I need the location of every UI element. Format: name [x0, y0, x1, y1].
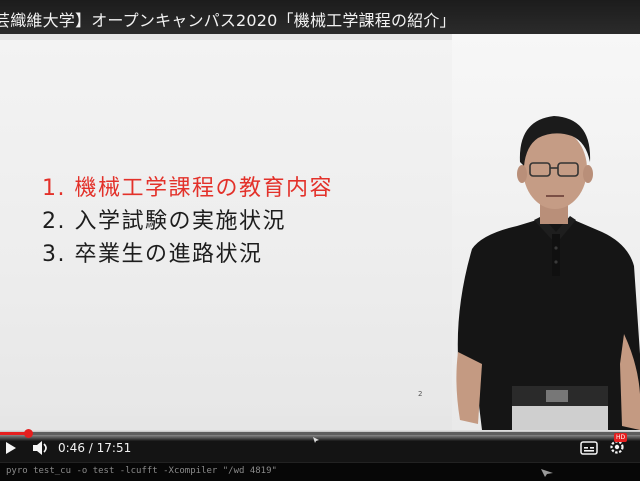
video-frame[interactable]: 芸織維大学】オープンキャンパス2020「機械工学課程の紹介」 1. 機械工学課程… — [0, 0, 640, 462]
presenter-video-area — [452, 34, 640, 430]
terminal-command-text: pyro test_cu -o test -lcufft -Xcompiler … — [6, 466, 277, 476]
time-total: 17:51 — [96, 441, 132, 455]
terminal-strip: pyro test_cu -o test -lcufft -Xcompiler … — [0, 462, 640, 481]
hd-badge: HD — [614, 433, 628, 442]
presentation-slide: 1. 機械工学課程の教育内容 2. 入学試験の実施状況 3. 卒業生の進路状況 … — [0, 40, 452, 416]
progress-scrubber-handle[interactable] — [23, 429, 33, 438]
agenda-item-careers: 3. 卒業生の進路状況 — [42, 242, 263, 267]
progress-bar[interactable] — [0, 429, 640, 438]
pointer-icon — [313, 437, 319, 443]
time-display: 0:46 / 17:51 — [58, 441, 131, 455]
presenter-figure — [456, 116, 640, 430]
agenda-item-admissions: 2. 入学試験の実施状況 — [42, 209, 286, 234]
cc-icon[interactable] — [580, 441, 598, 455]
time-separator: / — [84, 441, 97, 455]
video-title-bar: 芸織維大学】オープンキャンパス2020「機械工学課程の紹介」 — [0, 0, 640, 34]
agenda-item-education: 1. 機械工学課程の教育内容 — [42, 176, 333, 201]
time-current: 0:46 — [58, 441, 85, 455]
video-title: 芸織維大学】オープンキャンパス2020「機械工学課程の紹介」 — [0, 11, 456, 30]
slide-page-number: 2 — [418, 390, 423, 398]
mouse-cursor-icon — [541, 469, 553, 477]
slide-agenda-list: 1. 機械工学課程の教育内容 2. 入学試験の実施状況 3. 卒業生の進路状況 — [42, 172, 333, 271]
play-icon[interactable] — [4, 441, 18, 455]
volume-icon[interactable] — [32, 440, 50, 456]
